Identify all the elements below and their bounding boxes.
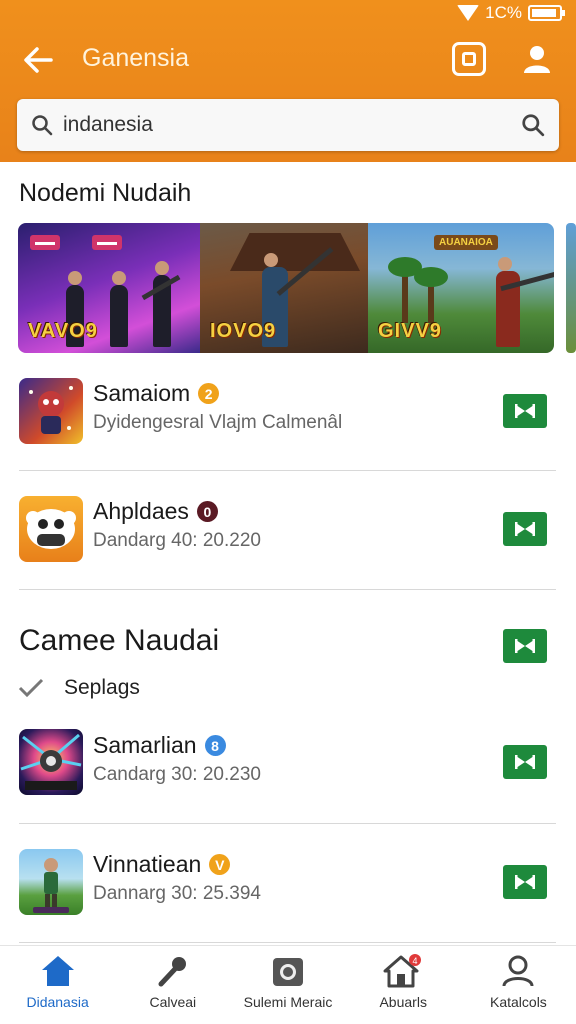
game-character-icon bbox=[19, 378, 83, 444]
arrow-left-icon bbox=[24, 47, 53, 73]
rating-badge: 2 bbox=[198, 383, 220, 404]
banner-tag: AUANAIOA bbox=[434, 235, 498, 250]
bowtie-icon bbox=[515, 404, 535, 418]
bowtie-icon bbox=[515, 755, 535, 769]
battery-icon bbox=[528, 5, 565, 21]
nav-label: Katalcols bbox=[490, 994, 547, 1010]
banner-carousel[interactable]: ▬▬ ▬▬ VAVO9 IOVO9 AUANAIOA GIVV9 bbox=[18, 223, 576, 353]
search-bar bbox=[17, 99, 559, 151]
person-icon bbox=[502, 955, 534, 987]
bottom-navigation: Didanasia Calveai Sulemi Meraic 4 Abuarl… bbox=[0, 945, 576, 1024]
install-button[interactable] bbox=[503, 629, 547, 663]
banner-tag: ▬▬ bbox=[92, 235, 122, 250]
app-name: Ahpldaes 0 bbox=[93, 498, 218, 525]
list-item[interactable]: Ahpldaes 0 Dandarg 40: 20.220 bbox=[0, 490, 576, 608]
back-button[interactable] bbox=[18, 40, 58, 80]
house-roof bbox=[230, 233, 360, 271]
divider bbox=[19, 470, 556, 471]
banner-card[interactable]: ▬▬ ▬▬ VAVO9 bbox=[18, 223, 200, 353]
section-title: Nodemi Nudaih bbox=[19, 179, 192, 207]
app-description: Dannarg 30: 25.394 bbox=[93, 883, 261, 904]
filter-label: Seplags bbox=[64, 676, 140, 699]
app-name-text: Samaiom bbox=[93, 380, 191, 406]
list-item[interactable]: Vinnatiean V Dannarg 30: 25.394 bbox=[0, 843, 576, 961]
app-description: Dyidengesral Vlajm Calmenâl bbox=[93, 412, 343, 433]
banner-logo: VAVO9 bbox=[28, 320, 98, 342]
install-button[interactable] bbox=[503, 745, 547, 779]
checkmark-icon bbox=[18, 678, 44, 698]
banner-card[interactable]: AUANAIOA GIVV9 bbox=[368, 223, 554, 353]
palm-tree bbox=[414, 267, 448, 323]
battery-percent: 1C% bbox=[485, 3, 522, 22]
soldier-icon bbox=[19, 849, 83, 915]
app-name-text: Samarlian bbox=[93, 732, 197, 758]
character-figure bbox=[110, 271, 128, 347]
rating-badge: 8 bbox=[204, 735, 226, 756]
robot-face-icon bbox=[19, 496, 83, 562]
wifi-icon bbox=[457, 5, 480, 21]
square-button[interactable] bbox=[452, 42, 486, 76]
app-description: Dandarg 40: 20.220 bbox=[93, 530, 261, 551]
rating-badge: V bbox=[209, 854, 231, 875]
bowtie-icon bbox=[515, 875, 535, 889]
nav-label: Calveai bbox=[149, 994, 197, 1010]
app-name: Samarlian 8 bbox=[93, 732, 226, 759]
install-button[interactable] bbox=[503, 865, 547, 899]
app-header: 1C% Ganensia bbox=[0, 0, 576, 162]
banner-card[interactable]: IOVO9 bbox=[200, 223, 368, 353]
svg-text:4: 4 bbox=[413, 956, 418, 966]
camera-icon bbox=[273, 958, 303, 986]
page-title: Ganensia bbox=[82, 44, 190, 72]
app-name: Vinnatiean V bbox=[93, 851, 231, 878]
banner-logo: IOVO9 bbox=[210, 320, 277, 342]
app-description: Candarg 30: 20.230 bbox=[93, 764, 261, 785]
status-bar: 1C% bbox=[457, 0, 565, 26]
section-title: Camee Naudai bbox=[19, 624, 220, 657]
divider bbox=[19, 589, 556, 590]
app-name: Samaiom 2 bbox=[93, 380, 220, 407]
list-item[interactable]: Samaiom 2 Dyidengesral Vlajm Calmenâl bbox=[0, 372, 576, 490]
nav-item-profile[interactable]: Katalcols bbox=[461, 946, 576, 1024]
home-icon bbox=[41, 956, 74, 986]
app-name-text: Vinnatiean bbox=[93, 851, 202, 877]
install-button[interactable] bbox=[503, 394, 547, 428]
nav-item-voice[interactable]: Calveai bbox=[115, 946, 230, 1024]
house-notification-icon: 4 bbox=[383, 954, 422, 988]
app-name-text: Ahpldaes bbox=[93, 498, 189, 524]
profile-button[interactable] bbox=[520, 42, 554, 76]
install-button[interactable] bbox=[503, 512, 547, 546]
palm-tree bbox=[388, 257, 422, 323]
nav-label: Sulemi Meraic bbox=[243, 994, 333, 1010]
divider bbox=[19, 942, 556, 943]
banner-tag: ▬▬ bbox=[30, 235, 60, 250]
banner-card-peek[interactable] bbox=[566, 223, 576, 353]
search-input[interactable] bbox=[63, 113, 521, 137]
planet-burst-icon bbox=[19, 729, 83, 795]
divider bbox=[19, 823, 556, 824]
microphone-icon bbox=[158, 957, 186, 987]
bowtie-icon bbox=[515, 639, 535, 653]
nav-item-updates[interactable]: 4 Abuarls bbox=[346, 946, 461, 1024]
banner-logo: GIVV9 bbox=[378, 320, 442, 342]
search-icon[interactable] bbox=[521, 113, 545, 137]
filter-option[interactable]: Seplags bbox=[18, 676, 140, 700]
nav-item-home[interactable]: Didanasia bbox=[0, 946, 115, 1024]
square-icon bbox=[462, 52, 476, 66]
nav-label: Abuarls bbox=[379, 994, 427, 1010]
person-icon bbox=[524, 46, 550, 73]
bowtie-icon bbox=[515, 522, 535, 536]
search-icon bbox=[32, 115, 53, 136]
rating-badge: 0 bbox=[196, 501, 218, 522]
nav-item-camera[interactable]: Sulemi Meraic bbox=[230, 946, 345, 1024]
nav-label: Didanasia bbox=[26, 994, 89, 1010]
